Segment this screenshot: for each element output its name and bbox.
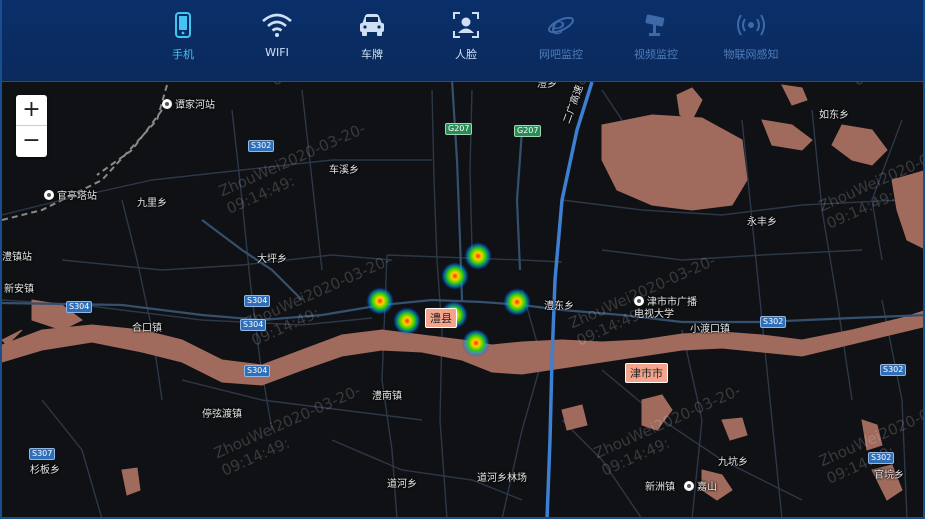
nav-label: 网吧监控 (539, 48, 583, 61)
place-label[interactable]: 九坑乡 (718, 453, 748, 468)
city-label[interactable]: 津市市 (625, 363, 668, 383)
nav-label: 物联网感知 (723, 48, 779, 61)
place-label[interactable]: 官垸乡 (874, 466, 904, 481)
place-label[interactable]: 大坪乡 (257, 250, 287, 265)
iot-signal-icon (737, 14, 765, 36)
heat-point[interactable] (393, 307, 421, 335)
route-shield: S302 (868, 452, 895, 464)
route-shield: S304 (66, 301, 93, 313)
poi-icon (684, 481, 694, 491)
zoom-out-button[interactable]: − (16, 126, 47, 157)
nav-item-phone[interactable]: 手机 (138, 8, 228, 78)
place-label[interactable]: 谭家河站 (162, 96, 215, 111)
face-icon (453, 12, 479, 38)
nav-label: 车牌 (361, 48, 383, 61)
top-nav-bar: 手机 WIFI 车牌 人脸 e 网吧监控 视频监控 物联网感知 (2, 0, 923, 82)
route-shield: S302 (760, 316, 787, 328)
nav-label: 视频监控 (634, 48, 678, 61)
camera-icon (645, 14, 665, 36)
nav-label: 人脸 (455, 48, 477, 61)
route-shield: G207 (445, 123, 473, 135)
heat-point[interactable] (464, 242, 492, 270)
nav-label: 手机 (172, 48, 194, 61)
nav-label: WIFI (265, 46, 289, 59)
wifi-icon (262, 13, 292, 37)
place-label[interactable]: 杉板乡 (30, 461, 60, 476)
place-label[interactable]: 停弦渡镇 (202, 405, 242, 420)
route-shield: S302 (880, 364, 907, 376)
zoom-in-button[interactable]: + (16, 95, 47, 126)
place-label[interactable]: 新安镇 (4, 280, 34, 295)
route-shield: S307 (29, 448, 56, 460)
place-label[interactable]: 如东乡 (819, 106, 849, 121)
heat-point[interactable] (503, 288, 531, 316)
place-label[interactable]: 合口镇 (132, 319, 162, 334)
station-icon (162, 99, 172, 109)
nav-item-wifi[interactable]: WIFI (232, 8, 322, 78)
route-shield: S302 (248, 140, 275, 152)
nav-item-plate[interactable]: 车牌 (327, 8, 417, 78)
map-app: ZhouWei2020-03-20- 09:14:49: ZhouWei2020… (0, 0, 925, 519)
place-label[interactable]: 道河乡 (387, 475, 417, 490)
phone-icon (175, 12, 191, 38)
nav-item-netbar[interactable]: e 网吧监控 (516, 8, 606, 78)
place-label[interactable]: 永丰乡 (747, 213, 777, 228)
school-icon (634, 296, 644, 306)
route-shield: S304 (240, 319, 267, 331)
place-label[interactable]: 嘉山 (684, 478, 717, 493)
nav-item-iot[interactable]: 物联网感知 (706, 8, 796, 78)
zoom-control: + − (16, 95, 47, 157)
place-label[interactable]: 澧南镇 (372, 387, 402, 402)
ie-browser-icon: e (548, 12, 574, 38)
route-shield: S304 (244, 295, 271, 307)
heat-point[interactable] (462, 329, 490, 357)
nav-item-video[interactable]: 视频监控 (611, 8, 701, 78)
place-label[interactable]: 小渡口镇 (690, 320, 730, 335)
place-label[interactable]: 澧镇站 (2, 248, 32, 263)
city-label[interactable]: 澧县 (425, 308, 457, 328)
place-label[interactable]: 九里乡 (137, 194, 167, 209)
place-label[interactable]: 津市市广播 电视大学 (634, 296, 697, 321)
station-icon (44, 190, 54, 200)
heat-point[interactable] (366, 287, 394, 315)
nav-item-face[interactable]: 人脸 (421, 8, 511, 78)
place-label[interactable]: 澧东乡 (544, 297, 574, 312)
route-shield: S304 (244, 365, 271, 377)
place-label[interactable]: 车溪乡 (329, 161, 359, 176)
car-icon (360, 14, 384, 36)
place-label[interactable]: 道河乡林场 (477, 469, 527, 484)
place-label[interactable]: 官亭塔站 (44, 187, 97, 202)
heat-point[interactable] (441, 262, 469, 290)
route-shield: G207 (514, 125, 542, 137)
place-label[interactable]: 新洲镇 (645, 478, 675, 493)
